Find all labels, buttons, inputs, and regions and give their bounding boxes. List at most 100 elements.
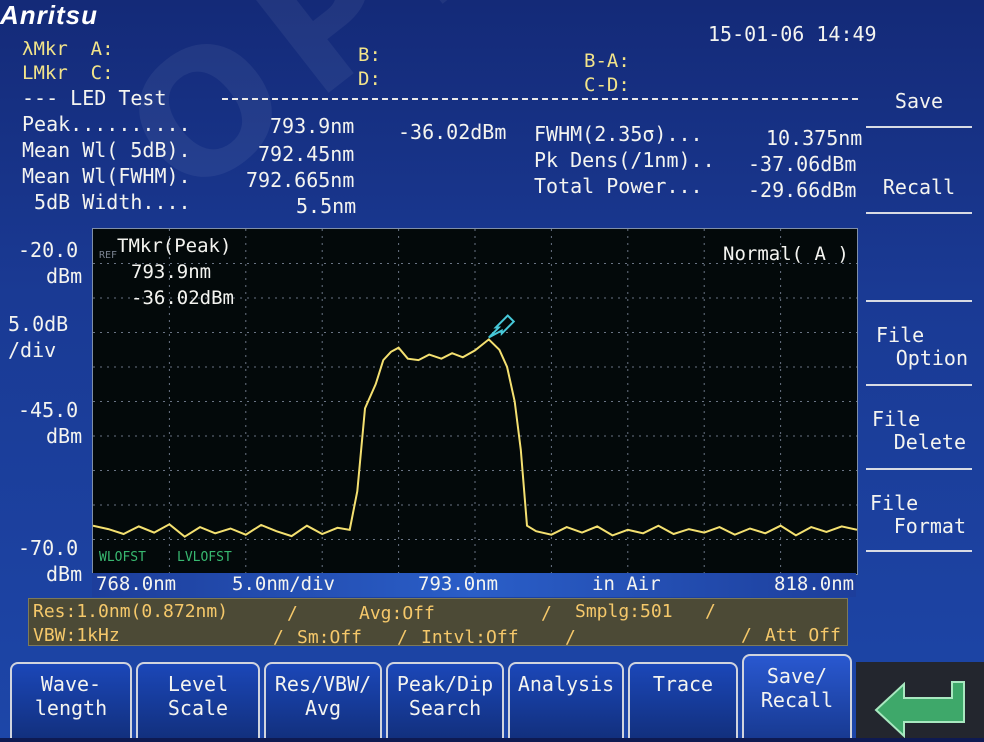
x-div-label: 5.0nm/div xyxy=(232,573,335,595)
status-separator: / xyxy=(541,603,552,624)
softkey-divider xyxy=(866,550,972,552)
marker-title: TMkr(Peak) xyxy=(117,235,232,257)
status-separator: / xyxy=(287,603,298,624)
result-label-mean-fwhm: Mean Wl(FWHM). xyxy=(22,164,191,188)
softkey-divider xyxy=(866,384,972,386)
softkey-save[interactable]: Save xyxy=(866,90,972,113)
brand-logo: Anritsu xyxy=(0,0,98,30)
y-label-mid: -45.0 xyxy=(18,398,79,422)
softkey-file-option-line1: File xyxy=(876,323,925,347)
return-button[interactable] xyxy=(856,662,984,739)
y-scale-unit: /div xyxy=(8,338,57,362)
tab-save-recall-line2: Recall xyxy=(760,688,834,712)
tab-save-recall[interactable]: Save/ Recall xyxy=(742,654,852,738)
softkey-file-format[interactable]: File Format xyxy=(866,492,972,538)
watermark: OPEAK xyxy=(90,0,802,236)
level-marker-c: LMkr C: xyxy=(22,62,114,84)
x-axis-bar: 768.0nm 5.0nm/div 793.0nm in Air 818.0nm xyxy=(92,573,856,597)
tab-trace-line1: Trace xyxy=(652,672,714,696)
softkey-file-delete[interactable]: File Delete xyxy=(866,408,972,454)
status-attenuation: Att Off xyxy=(765,625,841,646)
settings-status-bar: Res:1.0nm(0.872nm) / Avg:Off / Smplg:501… xyxy=(28,598,848,648)
result-value-pk-dens: -37.06dBm xyxy=(748,152,857,176)
status-separator: / xyxy=(705,601,716,622)
tab-level-scale[interactable]: Level Scale xyxy=(136,662,260,738)
result-value-mean-fwhm: 792.665nm xyxy=(246,168,355,192)
tab-analysis-line1: Analysis xyxy=(517,672,615,696)
led-test-title: --- LED Test xyxy=(22,86,179,110)
softkey-divider xyxy=(866,126,972,128)
x-center-label: 793.0nm xyxy=(418,573,499,595)
status-vbw: VBW:1kHz xyxy=(33,625,120,646)
result-value-total-power: -29.66dBm xyxy=(748,178,857,202)
softkey-divider xyxy=(866,300,972,302)
softkey-recall-label: Recall xyxy=(882,175,956,199)
softkey-file-option-line2: Option xyxy=(895,346,968,370)
status-interval: Intvl:Off xyxy=(421,627,519,648)
spectrum-plot[interactable]: REF TMkr(Peak) 793.9nm -36.02dBm Normal(… xyxy=(92,228,858,575)
tab-level-scale-line2: Scale xyxy=(167,696,229,720)
tab-peak-dip-search[interactable]: Peak/Dip Search xyxy=(386,662,504,738)
y-label-bottom-unit: dBm xyxy=(46,562,83,586)
status-separator: / xyxy=(397,627,408,648)
tab-trace[interactable]: Trace xyxy=(628,662,738,738)
tab-analysis[interactable]: Analysis xyxy=(508,662,624,738)
result-value-peak-level: -36.02dBm xyxy=(398,120,507,144)
status-resolution: Res:1.0nm(0.872nm) xyxy=(33,601,229,622)
lvl-offset-indicator: LVLOFST xyxy=(177,550,232,565)
tab-level-scale-line1: Level xyxy=(167,672,229,696)
status-separator: / xyxy=(565,627,576,648)
result-label-pk-dens: Pk Dens(/1nm).. xyxy=(534,148,715,172)
tab-res-vbw-avg-line2: Avg xyxy=(304,696,342,720)
tab-res-vbw-avg-line1: Res/VBW/ xyxy=(274,672,372,696)
tab-wavelength[interactable]: Wave- length xyxy=(10,662,132,738)
softkey-divider xyxy=(866,468,972,470)
result-label-peak: Peak.......... xyxy=(22,112,191,136)
softkey-file-format-line1: File xyxy=(870,491,919,515)
result-label-mean-5db: Mean Wl( 5dB). xyxy=(22,138,191,162)
result-value-peak-wl: 793.9nm xyxy=(270,114,355,138)
tab-res-vbw-avg[interactable]: Res/VBW/ Avg xyxy=(264,662,382,738)
status-averaging: Avg:Off xyxy=(359,603,435,624)
trace-mode: Normal( A ) xyxy=(723,243,849,265)
y-label-top-unit: dBm xyxy=(46,264,83,288)
marker-wavelength: 793.9nm xyxy=(131,261,212,283)
status-separator: / xyxy=(273,627,284,648)
peak-marker-arrow xyxy=(488,314,516,339)
y-label-mid-unit: dBm xyxy=(46,424,83,448)
marker-level: -36.02dBm xyxy=(131,287,234,309)
ref-label: REF xyxy=(99,250,118,261)
y-scale-label: 5.0dB xyxy=(8,312,69,336)
status-smoothing: Sm:Off xyxy=(297,627,363,648)
tab-save-recall-line1: Save/ xyxy=(766,664,828,688)
osa-screen: Anritsu 15-01-06 14:49 λMkr A: LMkr C: B… xyxy=(0,0,984,739)
softkey-file-delete-line2: Delete xyxy=(893,430,966,454)
result-value-fwhm: 10.375nm xyxy=(766,126,863,150)
softkey-divider xyxy=(866,212,972,214)
tab-wavelength-line2: length xyxy=(34,696,108,720)
status-separator: / xyxy=(741,625,752,646)
datetime: 15-01-06 14:49 xyxy=(708,22,877,46)
spectrum-trace xyxy=(93,338,857,538)
softkey-save-label: Save xyxy=(894,89,944,113)
wl-offset-indicator: WLOFST xyxy=(99,550,146,565)
return-arrow-icon xyxy=(874,681,965,739)
softkey-recall[interactable]: Recall xyxy=(866,176,972,199)
x-end-label: 818.0nm xyxy=(774,573,855,595)
marker-d: D: xyxy=(358,68,381,90)
marker-b: B: xyxy=(358,44,381,66)
result-label-fwhm: FWHM(2.35σ)... xyxy=(534,122,703,146)
result-label-5db-width: 5dB Width.... xyxy=(22,190,191,214)
y-label-bottom: -70.0 xyxy=(18,536,79,560)
result-value-mean-5db: 792.45nm xyxy=(258,142,355,166)
tab-peak-dip-search-line2: Search xyxy=(408,696,482,720)
title-divider xyxy=(222,98,858,100)
y-label-top: -20.0 xyxy=(18,238,79,262)
result-value-5db-width: 5.5nm xyxy=(296,194,357,218)
tab-wavelength-line1: Wave- xyxy=(40,672,102,696)
x-start-label: 768.0nm xyxy=(96,573,177,595)
softkey-file-format-line2: Format xyxy=(893,514,966,538)
x-medium-label: in Air xyxy=(592,573,661,595)
softkey-file-option[interactable]: File Option xyxy=(866,324,972,370)
marker-c-minus-d: C-D: xyxy=(584,74,630,96)
